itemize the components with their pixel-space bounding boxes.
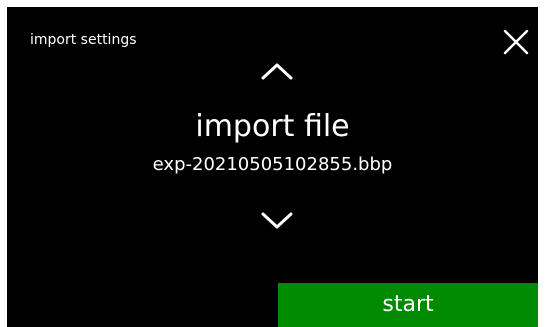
chevron-up-icon[interactable]: [257, 57, 297, 87]
import-settings-screen: import settings import file exp-20210505…: [7, 7, 538, 327]
chevron-down-icon[interactable]: [257, 205, 297, 235]
setting-value: exp-20210505102855.bbp: [152, 154, 393, 175]
close-icon[interactable]: [499, 25, 533, 59]
start-button-label: start: [382, 292, 434, 317]
page-title: import settings: [30, 32, 137, 48]
setting-name: import file: [195, 109, 350, 144]
start-button[interactable]: start: [278, 283, 538, 327]
